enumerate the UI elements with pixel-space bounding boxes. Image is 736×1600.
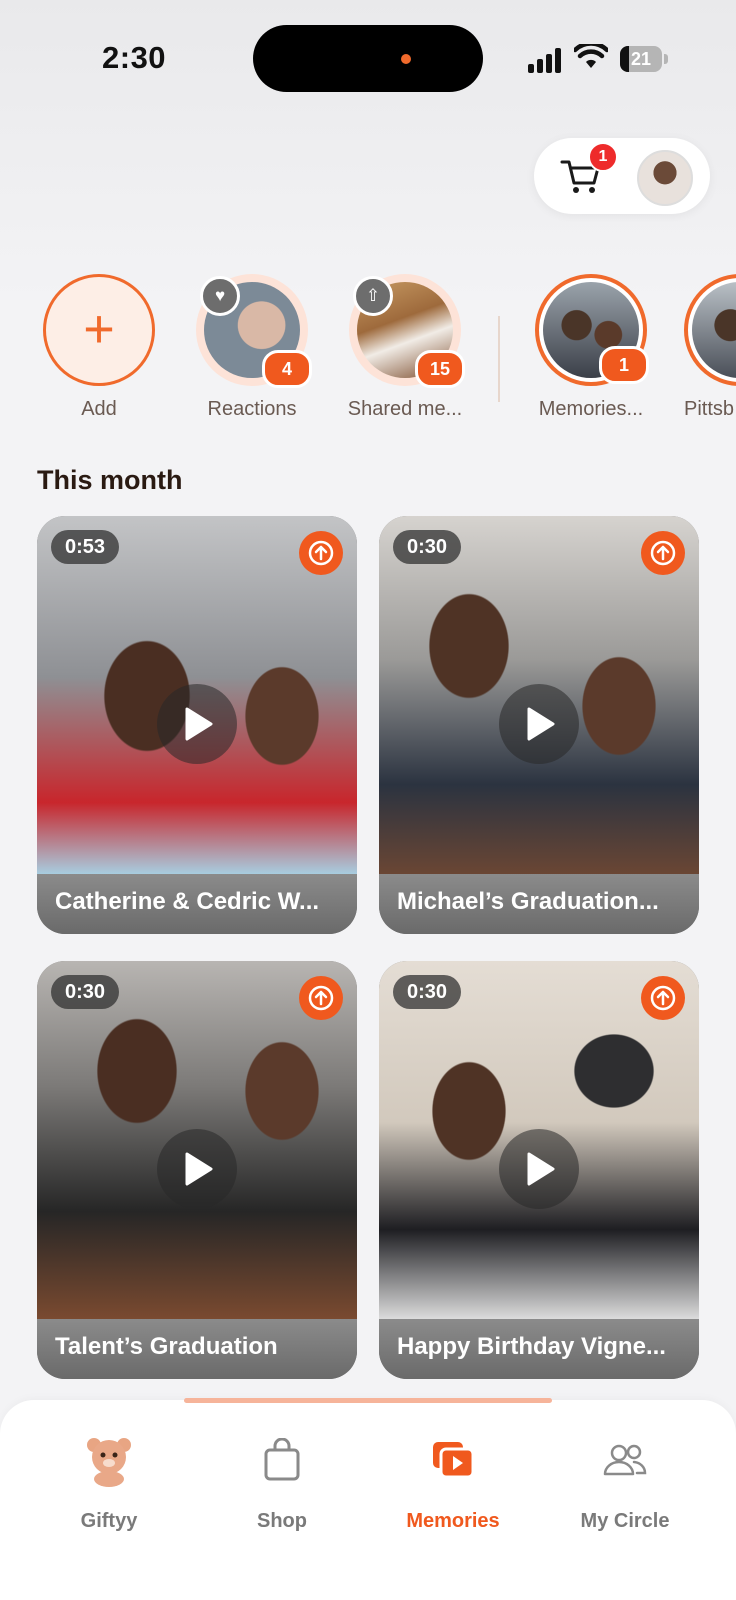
upload-arrow-icon (650, 985, 676, 1011)
battery-icon: 21 (620, 46, 668, 72)
story-label: Memories... (538, 398, 644, 420)
memory-card[interactable]: 0:53 Catherine & Cedric W... (37, 516, 357, 934)
memory-title: Catherine & Cedric W... (55, 888, 320, 915)
play-button[interactable] (157, 684, 237, 764)
stories-divider (498, 316, 500, 402)
play-icon (527, 707, 555, 741)
memory-title: Happy Birthday Vigne... (397, 1333, 666, 1360)
people-icon (603, 1444, 647, 1476)
nav-label: Shop (257, 1510, 307, 1532)
duration-badge: 0:53 (51, 530, 120, 564)
memory-card[interactable]: 0:30 Michael’s Graduation... (379, 516, 699, 934)
story-memories[interactable]: 1 Memories... (516, 274, 666, 421)
shopping-bag-icon (264, 1438, 300, 1481)
upload-arrow-icon (650, 540, 676, 566)
cellular-signal-icon (528, 47, 562, 73)
story-label: Add (81, 398, 117, 420)
nav-item-my-circle[interactable]: My Circle (550, 1430, 700, 1533)
section-title: This month (37, 465, 183, 495)
header-actions: 1 (534, 138, 710, 214)
reactions-count-badge: 4 (262, 350, 312, 388)
story-avatar[interactable] (684, 274, 736, 386)
nav-label: Giftyy (80, 1510, 138, 1532)
story-shared-memories[interactable]: ⇧ 15 Shared me... (330, 274, 480, 421)
story-label: Reactions (207, 398, 297, 420)
memories-count-badge: 1 (599, 346, 649, 384)
battery-level: 21 (630, 49, 652, 69)
story-reactions[interactable]: ♥ 4 Reactions (177, 274, 327, 421)
add-story-button[interactable]: + (43, 274, 155, 386)
story-avatar[interactable]: ♥ 4 (196, 274, 312, 388)
memory-card[interactable]: 0:30 Happy Birthday Vigne... (379, 961, 699, 1379)
duration-badge: 0:30 (393, 530, 462, 564)
story-avatar[interactable]: ⇧ 15 (349, 274, 465, 388)
pittsburgh-thumbnail (692, 282, 736, 378)
play-button[interactable] (157, 1129, 237, 1209)
nav-label: My Circle (580, 1510, 670, 1532)
duration-badge: 0:30 (393, 975, 462, 1009)
upload-button[interactable] (641, 976, 685, 1020)
dynamic-island (253, 25, 483, 92)
heart-icon: ♥ (200, 276, 240, 316)
nav-item-giftyy[interactable]: Giftyy (34, 1430, 184, 1533)
nav-item-shop[interactable]: Shop (207, 1430, 357, 1533)
play-button[interactable] (499, 684, 579, 764)
nav-label: Memories (406, 1510, 500, 1532)
profile-avatar[interactable] (637, 150, 693, 206)
upload-button[interactable] (299, 531, 343, 575)
bottom-nav: Giftyy Shop Memories My Circle (0, 1400, 736, 1600)
duration-badge: 0:30 (51, 975, 120, 1009)
play-icon (527, 1152, 555, 1186)
teddy-bear-icon (87, 1438, 131, 1487)
status-time: 2:30 (102, 40, 167, 75)
plus-icon: + (83, 299, 115, 359)
wifi-icon (574, 44, 608, 68)
story-label: Pittsb (684, 398, 735, 420)
play-icon (185, 1152, 213, 1186)
upload-arrow-icon (308, 540, 334, 566)
play-icon (185, 707, 213, 741)
share-icon: ⇧ (353, 276, 393, 316)
nav-item-memories[interactable]: Memories (378, 1430, 528, 1533)
story-pittsburgh[interactable]: Pittsb (684, 274, 736, 421)
story-add[interactable]: + Add (24, 274, 174, 421)
story-avatar[interactable]: 1 (535, 274, 649, 386)
upload-button[interactable] (299, 976, 343, 1020)
memory-title: Talent’s Graduation (55, 1333, 278, 1360)
memories-video-icon (433, 1442, 475, 1479)
upload-arrow-icon (308, 985, 334, 1011)
upload-button[interactable] (641, 531, 685, 575)
cart-badge: 1 (588, 142, 618, 172)
memory-card[interactable]: 0:30 Talent’s Graduation (37, 961, 357, 1379)
play-button[interactable] (499, 1129, 579, 1209)
scroll-indicator (184, 1398, 552, 1403)
story-label: Shared me... (347, 398, 463, 420)
memory-title: Michael’s Graduation... (397, 888, 659, 915)
shared-count-badge: 15 (415, 350, 465, 388)
recording-indicator-icon (401, 54, 411, 64)
